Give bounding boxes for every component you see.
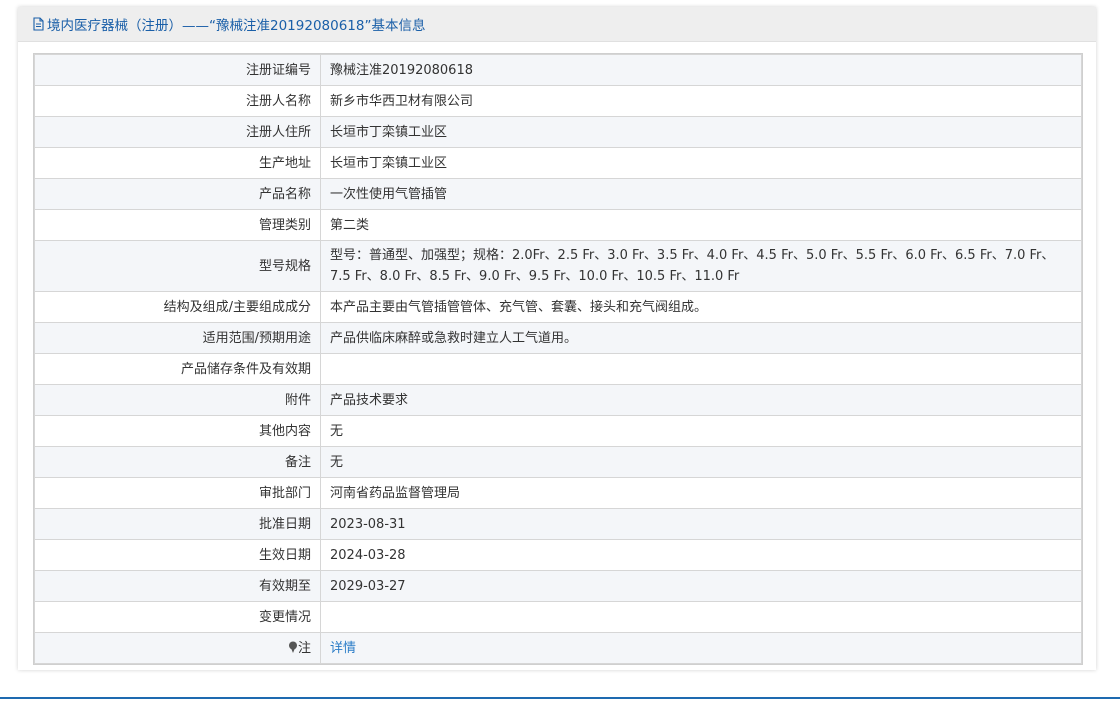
row-value: 2024-03-28 — [320, 539, 1082, 571]
row-value: 新乡市华西卫材有限公司 — [320, 85, 1082, 117]
row-label: 备注 — [34, 446, 321, 478]
table-row: 批准日期 2023-08-31 — [34, 508, 1082, 540]
row-label: 审批部门 — [34, 477, 321, 509]
note-value-cell: 详情 — [320, 632, 1082, 664]
table-row: 管理类别 第二类 — [34, 209, 1082, 241]
page-title: 境内医疗器械（注册）——“豫械注准20192080618”基本信息 — [47, 18, 426, 34]
table-row: 有效期至 2029-03-27 — [34, 570, 1082, 602]
table-row: 生产地址 长垣市丁栾镇工业区 — [34, 147, 1082, 179]
row-value — [320, 353, 1082, 385]
row-label: 附件 — [34, 384, 321, 416]
row-value — [320, 601, 1082, 633]
info-table: 注册证编号 豫械注准20192080618 注册人名称 新乡市华西卫材有限公司 注册人住… — [34, 54, 1082, 664]
table-row: 附件 产品技术要求 — [34, 384, 1082, 416]
row-label: 管理类别 — [34, 209, 321, 241]
table-row: 产品名称 一次性使用气管插管 — [34, 178, 1082, 210]
table-row: 注册证编号 豫械注准20192080618 — [34, 54, 1082, 86]
table-row-note: 注 详情 — [34, 632, 1082, 664]
row-label: 注册证编号 — [34, 54, 321, 86]
table-row: 生效日期 2024-03-28 — [34, 539, 1082, 571]
info-panel: 境内医疗器械（注册）——“豫械注准20192080618”基本信息 注册证编号豫… — [18, 7, 1096, 670]
row-value: 一次性使用气管插管 — [320, 178, 1082, 210]
row-value: 2023-08-31 — [320, 508, 1082, 540]
table-row: 产品储存条件及有效期 — [34, 353, 1082, 385]
note-label-cell: 注 — [34, 632, 321, 664]
row-label: 生产地址 — [34, 147, 321, 179]
row-value: 无 — [320, 415, 1082, 447]
row-label: 产品储存条件及有效期 — [34, 353, 321, 385]
row-label: 适用范围/预期用途 — [34, 322, 321, 354]
row-label: 其他内容 — [34, 415, 321, 447]
row-label: 注册人名称 — [34, 85, 321, 117]
table-row: 结构及组成/主要组成成分 本产品主要由气管插管管体、充气管、套囊、接头和充气阀组成… — [34, 291, 1082, 323]
row-value: 豫械注准20192080618 — [320, 54, 1082, 86]
row-label: 产品名称 — [34, 178, 321, 210]
note-label: 注 — [297, 640, 311, 656]
row-label: 注册人住所 — [34, 116, 321, 148]
details-link[interactable]: 详情 — [330, 641, 356, 656]
row-label: 型号规格 — [34, 240, 321, 292]
row-label: 变更情况 — [34, 601, 321, 633]
table-row: 注册人住所 长垣市丁栾镇工业区 — [34, 116, 1082, 148]
row-value: 长垣市丁栾镇工业区 — [320, 147, 1082, 179]
table-row: 备注无 — [34, 446, 1082, 478]
table-row: 其他内容无 — [34, 415, 1082, 447]
row-value: 无 — [320, 446, 1082, 478]
footer-divider — [0, 697, 1120, 699]
row-value: 2029-03-27 — [320, 570, 1082, 602]
row-value: 产品供临床麻醉或急救时建立人工气道用。 — [320, 322, 1082, 354]
document-icon — [32, 17, 45, 31]
pin-icon — [288, 639, 298, 653]
row-value: 本产品主要由气管插管管体、充气管、套囊、接头和充气阀组成。 — [320, 291, 1082, 323]
row-value: 第二类 — [320, 209, 1082, 241]
row-value: 河南省药品监督管理局 — [320, 477, 1082, 509]
row-label: 结构及组成/主要组成成分 — [34, 291, 321, 323]
panel-header: 境内医疗器械（注册）——“豫械注准20192080618”基本信息 — [18, 7, 1096, 42]
row-value: 长垣市丁栾镇工业区 — [320, 116, 1082, 148]
table-row: 审批部门 河南省药品监督管理局 — [34, 477, 1082, 509]
row-value: 型号：普通型、加强型；规格：2.0Fr、2.5 Fr、3.0 Fr、3.5 Fr… — [320, 240, 1082, 292]
table-row: 型号规格 型号：普通型、加强型；规格：2.0Fr、2.5 Fr、3.0 Fr、3.… — [34, 240, 1082, 292]
row-label: 有效期至 — [34, 570, 321, 602]
table-row: 注册人名称 新乡市华西卫材有限公司 — [34, 85, 1082, 117]
row-label: 批准日期 — [34, 508, 321, 540]
info-table-wrap: 注册证编号 豫械注准20192080618 注册人名称 新乡市华西卫材有限公司 注册人住… — [33, 53, 1083, 665]
row-label: 生效日期 — [34, 539, 321, 571]
table-row: 变更情况 — [34, 601, 1082, 633]
row-value: 产品技术要求 — [320, 384, 1082, 416]
table-row: 适用范围/预期用途 产品供临床麻醉或急救时建立人工气道用。 — [34, 322, 1082, 354]
